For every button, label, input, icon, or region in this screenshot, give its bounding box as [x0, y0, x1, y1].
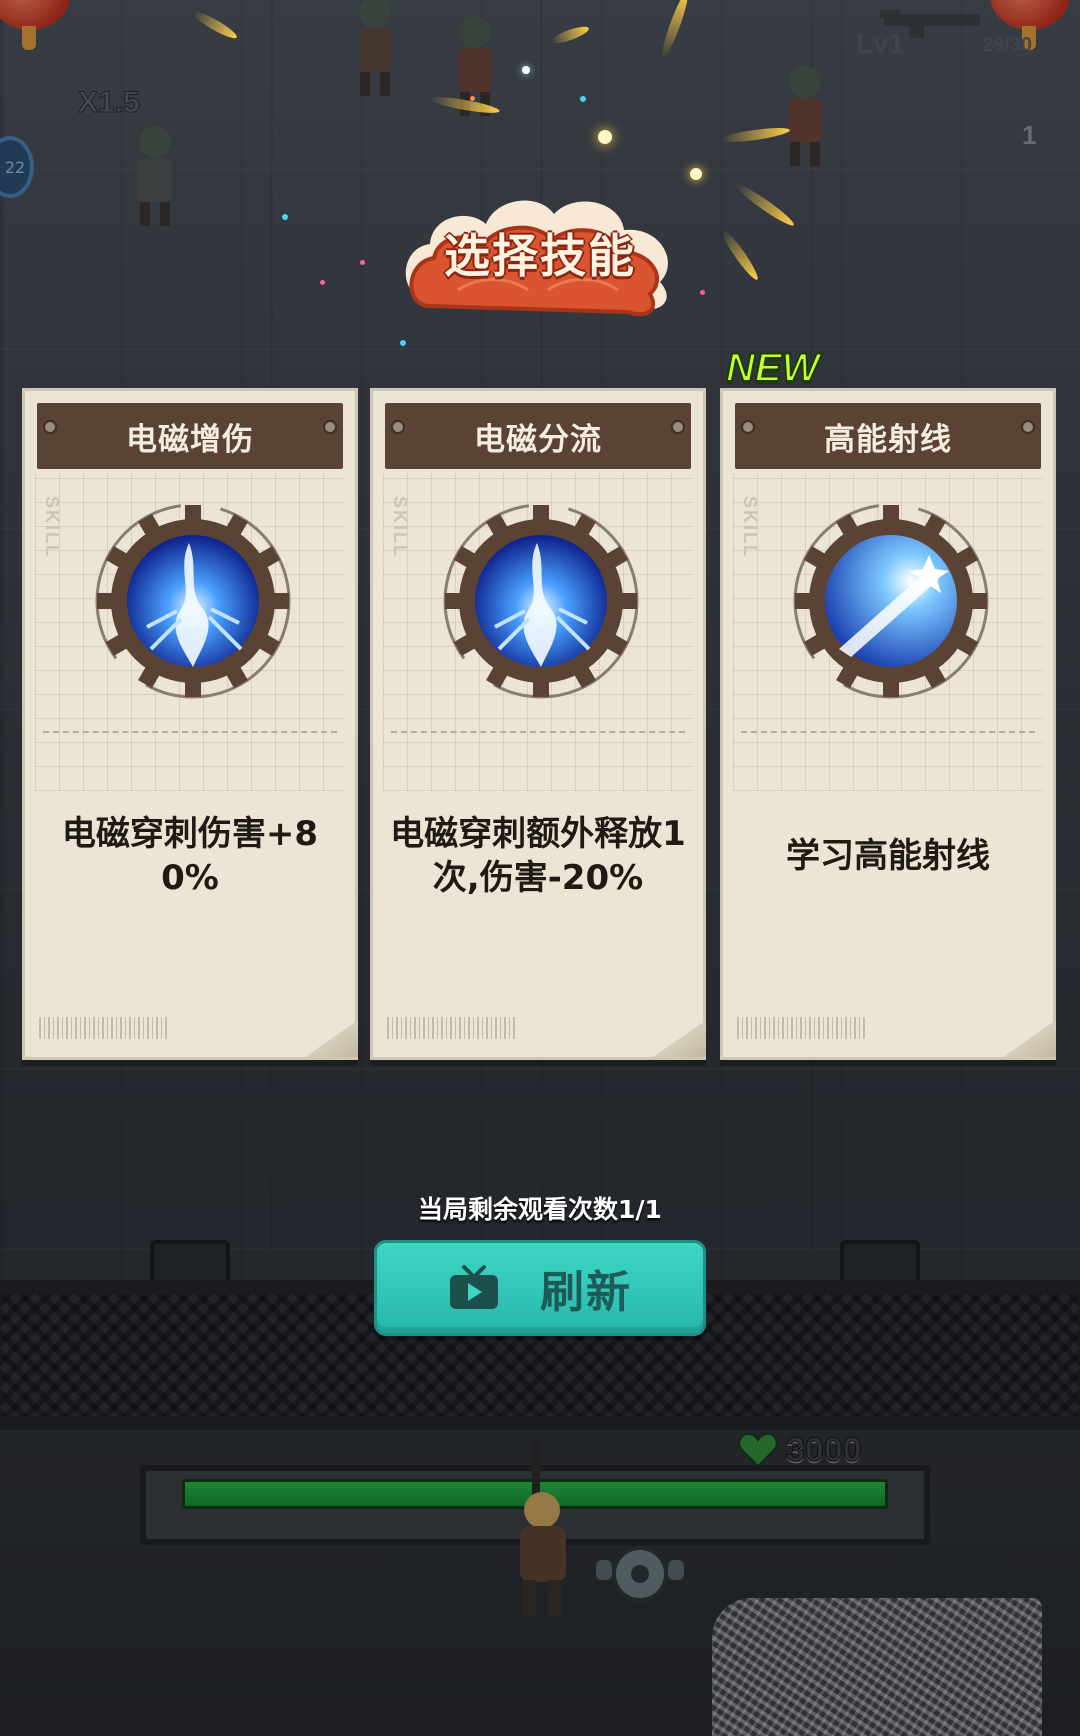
skill-card-tag: SKILL [42, 496, 62, 558]
card-header: 电磁分流 [385, 403, 691, 469]
sparkle [360, 260, 365, 265]
skill-card-electromagnetic-boost[interactable]: 电磁增伤 SKILL 电磁穿刺伤害+80% [22, 388, 358, 1060]
sparkle [700, 290, 705, 295]
dialog-title-banner: 选择技能 [398, 178, 682, 318]
electromagnetic-pierce-icon [443, 503, 639, 699]
skill-card-title: 高能射线 [824, 421, 952, 458]
sparkle [282, 214, 288, 220]
sparkle [598, 130, 612, 144]
electromagnetic-pierce-icon [95, 503, 291, 699]
skill-card-tag: SKILL [390, 496, 410, 558]
rivet-icon [391, 420, 405, 434]
skill-card-description: 电磁穿刺额外释放1次,伤害-20% [390, 814, 686, 898]
barcode-decoration [737, 1017, 867, 1039]
refresh-button[interactable]: 刷新 [374, 1240, 706, 1336]
rivet-icon [671, 420, 685, 434]
card-header: 高能射线 [735, 403, 1041, 469]
sparkle [580, 96, 586, 102]
sparkle [522, 66, 530, 74]
barcode-decoration [39, 1017, 169, 1039]
card-divider [391, 731, 685, 733]
skill-card-tag: SKILL [740, 496, 760, 558]
skill-card-description: 学习高能射线 [786, 836, 990, 876]
energy-ray-icon [793, 503, 989, 699]
sparkle [690, 168, 702, 180]
rivet-icon [1021, 420, 1035, 434]
card-divider [741, 731, 1035, 733]
remaining-views-text: 当局剩余观看次数1/1 [418, 1195, 662, 1224]
page-curl-decoration [1004, 1021, 1056, 1057]
dialog-title: 选择技能 [444, 229, 636, 283]
sparkle [470, 96, 475, 101]
page-curl-decoration [654, 1021, 706, 1057]
skill-card-description: 电磁穿刺伤害+80% [61, 814, 319, 898]
rivet-icon [43, 420, 57, 434]
skill-card-energy-ray[interactable]: 高能射线 SKILL 学习高能射线 [720, 388, 1056, 1060]
card-header: 电磁增伤 [37, 403, 343, 469]
refresh-button-label: 刷新 [540, 1267, 632, 1318]
new-skill-tag: NEW [725, 345, 820, 391]
page-curl-decoration [306, 1021, 358, 1057]
card-divider [43, 731, 337, 733]
sparkle [400, 340, 406, 346]
video-ad-icon [450, 1265, 498, 1309]
skill-card-title: 电磁增伤 [126, 421, 254, 458]
skill-card-title: 电磁分流 [474, 421, 602, 458]
rivet-icon [323, 420, 337, 434]
rivet-icon [741, 420, 755, 434]
sparkle [320, 280, 325, 285]
skill-card-electromagnetic-split[interactable]: 电磁分流 SKILL 电磁穿刺额外释放1次,伤害-20% [370, 388, 706, 1060]
barcode-decoration [387, 1017, 517, 1039]
